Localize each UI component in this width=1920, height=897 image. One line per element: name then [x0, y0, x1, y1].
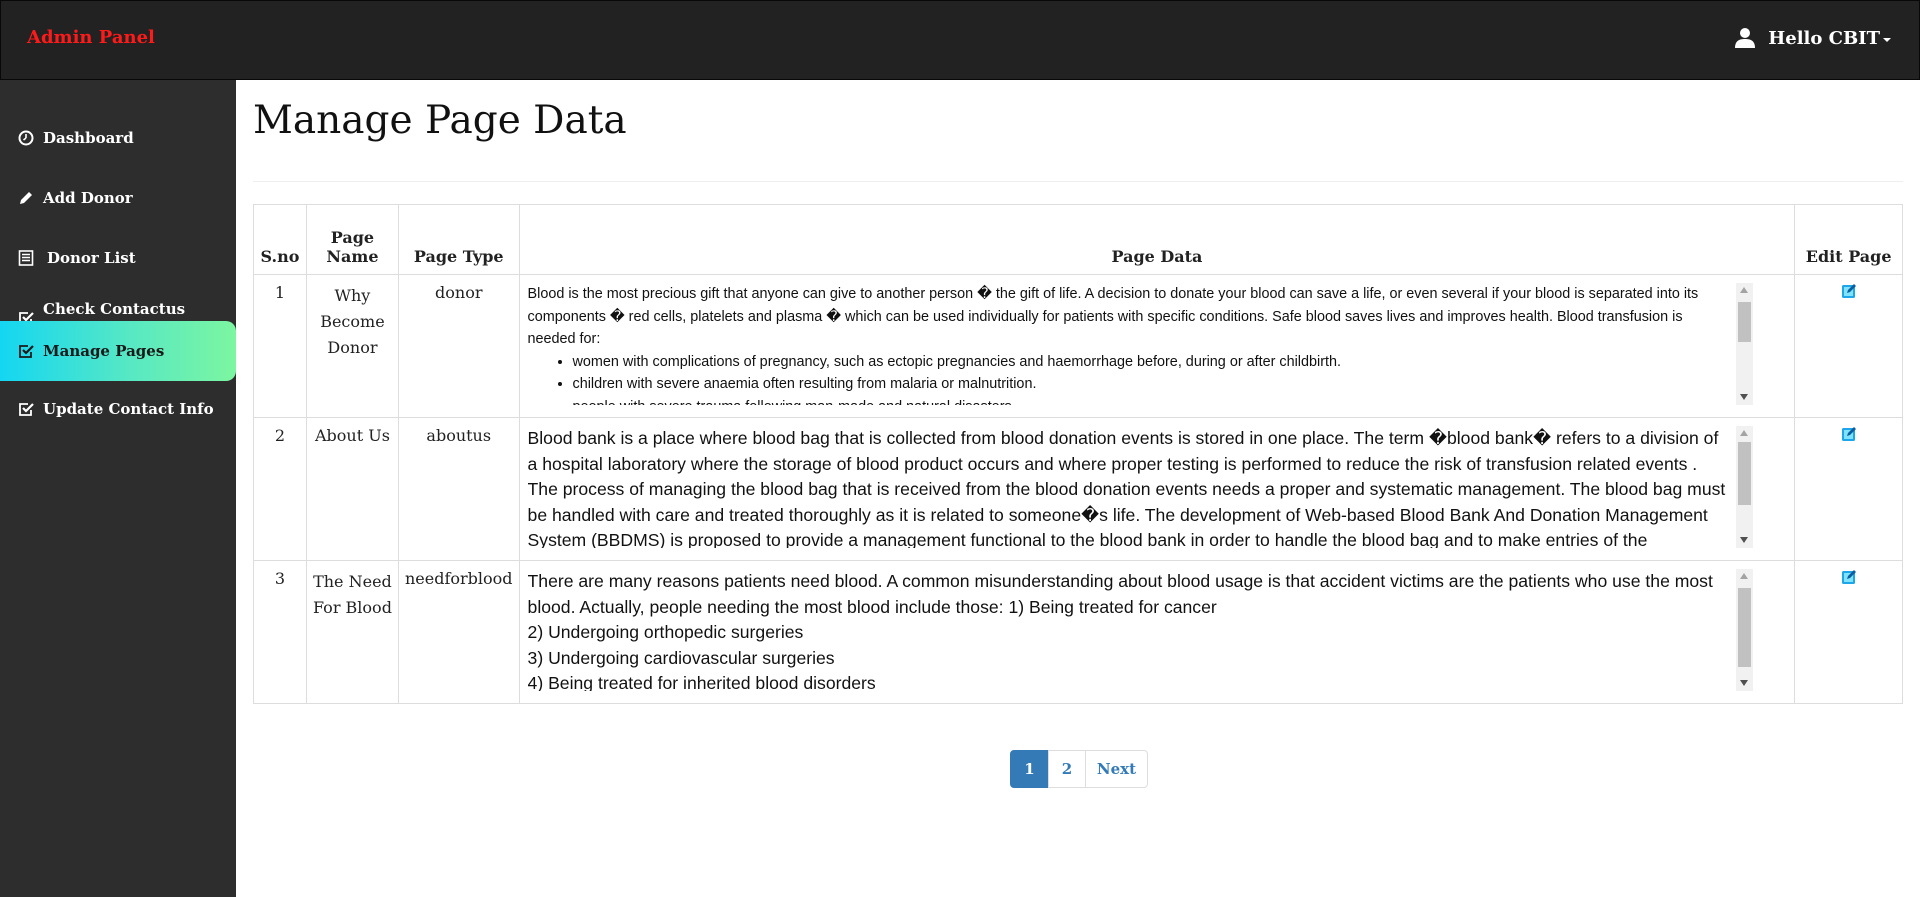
scroll-up-arrow-icon[interactable]	[1739, 573, 1748, 579]
sidebar-item-donor-list[interactable]: Donor List	[0, 228, 236, 288]
user-menu[interactable]: Hello CBIT	[1734, 27, 1891, 49]
page-data-scrollbox[interactable]: There are many reasons patients need blo…	[528, 569, 1753, 691]
table-header-row: S.no Page Name Page Type Page Data Edit …	[253, 204, 1903, 275]
sidebar-item-add-donor[interactable]: Add Donor	[0, 168, 236, 228]
chevron-down-icon	[1883, 38, 1891, 42]
edit-icon[interactable]	[1841, 283, 1857, 299]
cell-edit	[1794, 417, 1903, 561]
cell-page-data: There are many reasons patients need blo…	[518, 560, 1796, 704]
page-link-1[interactable]: 1	[1010, 750, 1049, 788]
cell-page-type: needforblood	[397, 560, 520, 704]
page-data-scrollbox[interactable]: Blood bank is a place where blood bag th…	[528, 426, 1753, 548]
scrollbar[interactable]	[1735, 426, 1753, 548]
cell-sno: 1	[253, 274, 307, 418]
sidebar-item-update-contact-info[interactable]: Update Contact Info	[0, 379, 236, 439]
user-greeting: Hello CBIT	[1768, 27, 1880, 49]
col-header-page-type: Page Type	[397, 204, 520, 275]
user-icon	[1735, 28, 1756, 48]
col-header-edit-page: Edit Page	[1794, 204, 1903, 275]
page-data-line: 2) Undergoing orthopedic surgeries	[527, 622, 804, 643]
next-page-link[interactable]: Next	[1085, 750, 1148, 788]
cell-edit	[1794, 274, 1903, 418]
scrollbar[interactable]	[1735, 283, 1753, 405]
list-icon	[18, 250, 34, 266]
scroll-down-arrow-icon[interactable]	[1739, 394, 1748, 400]
cell-page-name: The Need For Blood	[305, 560, 399, 704]
scrollbar-thumb[interactable]	[1737, 442, 1751, 505]
cell-page-name: About Us	[305, 417, 399, 561]
page-data-text: Blood is the most precious gift that any…	[527, 286, 1699, 348]
page-data-scrollbox[interactable]: Blood is the most precious gift that any…	[528, 283, 1753, 405]
check-square-icon	[19, 403, 34, 416]
check-square-icon	[19, 345, 34, 358]
sidebar-item-label: Dashboard	[43, 129, 134, 147]
scroll-down-arrow-icon[interactable]	[1739, 680, 1748, 686]
scroll-up-arrow-icon[interactable]	[1739, 287, 1748, 293]
sidebar-item-label: Donor List	[47, 249, 136, 267]
col-header-page-name: Page Name	[305, 204, 399, 275]
divider	[253, 181, 1903, 182]
table-row: 3 The Need For Blood needforblood There …	[253, 560, 1903, 704]
table-row: 2 About Us aboutus Blood bank is a place…	[253, 417, 1903, 561]
scroll-down-arrow-icon[interactable]	[1739, 537, 1748, 543]
sidebar-item-dashboard[interactable]: Dashboard	[0, 108, 236, 168]
pagination: 1 2 Next	[1010, 750, 1148, 788]
cell-page-type: donor	[397, 274, 520, 418]
list-item: women with complications of pregnancy, s…	[573, 351, 1731, 374]
sidebar-item-manage-pages[interactable]: Manage Pages	[0, 321, 236, 381]
edit-icon[interactable]	[1841, 569, 1857, 585]
dashboard-icon	[18, 130, 34, 146]
page-data-table: S.no Page Name Page Type Page Data Edit …	[253, 204, 1903, 704]
page-link-2[interactable]: 2	[1048, 750, 1086, 788]
page-title: Manage Page Data	[253, 98, 627, 143]
cell-page-data: Blood bank is a place where blood bag th…	[518, 417, 1796, 561]
cell-sno: 3	[253, 560, 307, 704]
page-data-list: women with complications of pregnancy, s…	[528, 351, 1731, 405]
cell-page-name: Why Become Donor	[305, 274, 399, 418]
scrollbar-thumb[interactable]	[1737, 588, 1751, 667]
top-navbar: Admin Panel Hello CBIT	[0, 0, 1920, 80]
sidebar-item-label: Manage Pages	[43, 342, 165, 360]
col-header-sno: S.no	[253, 204, 307, 275]
sidebar: Dashboard Add Donor Donor List Check Con…	[0, 80, 236, 897]
edit-icon[interactable]	[1841, 426, 1857, 442]
scrollbar[interactable]	[1735, 569, 1753, 691]
brand-title[interactable]: Admin Panel	[27, 27, 155, 48]
cell-sno: 2	[253, 417, 307, 561]
scroll-up-arrow-icon[interactable]	[1739, 430, 1748, 436]
page-data-line: 4) Being treated for inherited blood dis…	[527, 673, 876, 691]
page-data-line: There are many reasons patients need blo…	[527, 571, 1713, 617]
sidebar-item-label: Add Donor	[43, 189, 133, 207]
list-item: children with severe anaemia often resul…	[573, 373, 1731, 396]
sidebar-item-label: Update Contact Info	[43, 400, 214, 418]
cell-page-type: aboutus	[397, 417, 520, 561]
page-data-line: 3) Undergoing cardiovascular surgeries	[527, 647, 835, 668]
page-data-text: Blood bank is a place where blood bag th…	[527, 428, 1726, 548]
cell-edit	[1794, 560, 1903, 704]
list-item: people with severe trauma following man-…	[573, 396, 1731, 405]
scrollbar-thumb[interactable]	[1737, 302, 1751, 342]
col-header-page-data: Page Data	[518, 204, 1796, 275]
pencil-icon	[20, 192, 32, 204]
table-row: 1 Why Become Donor donor Blood is the mo…	[253, 274, 1903, 418]
cell-page-data: Blood is the most precious gift that any…	[518, 274, 1796, 418]
